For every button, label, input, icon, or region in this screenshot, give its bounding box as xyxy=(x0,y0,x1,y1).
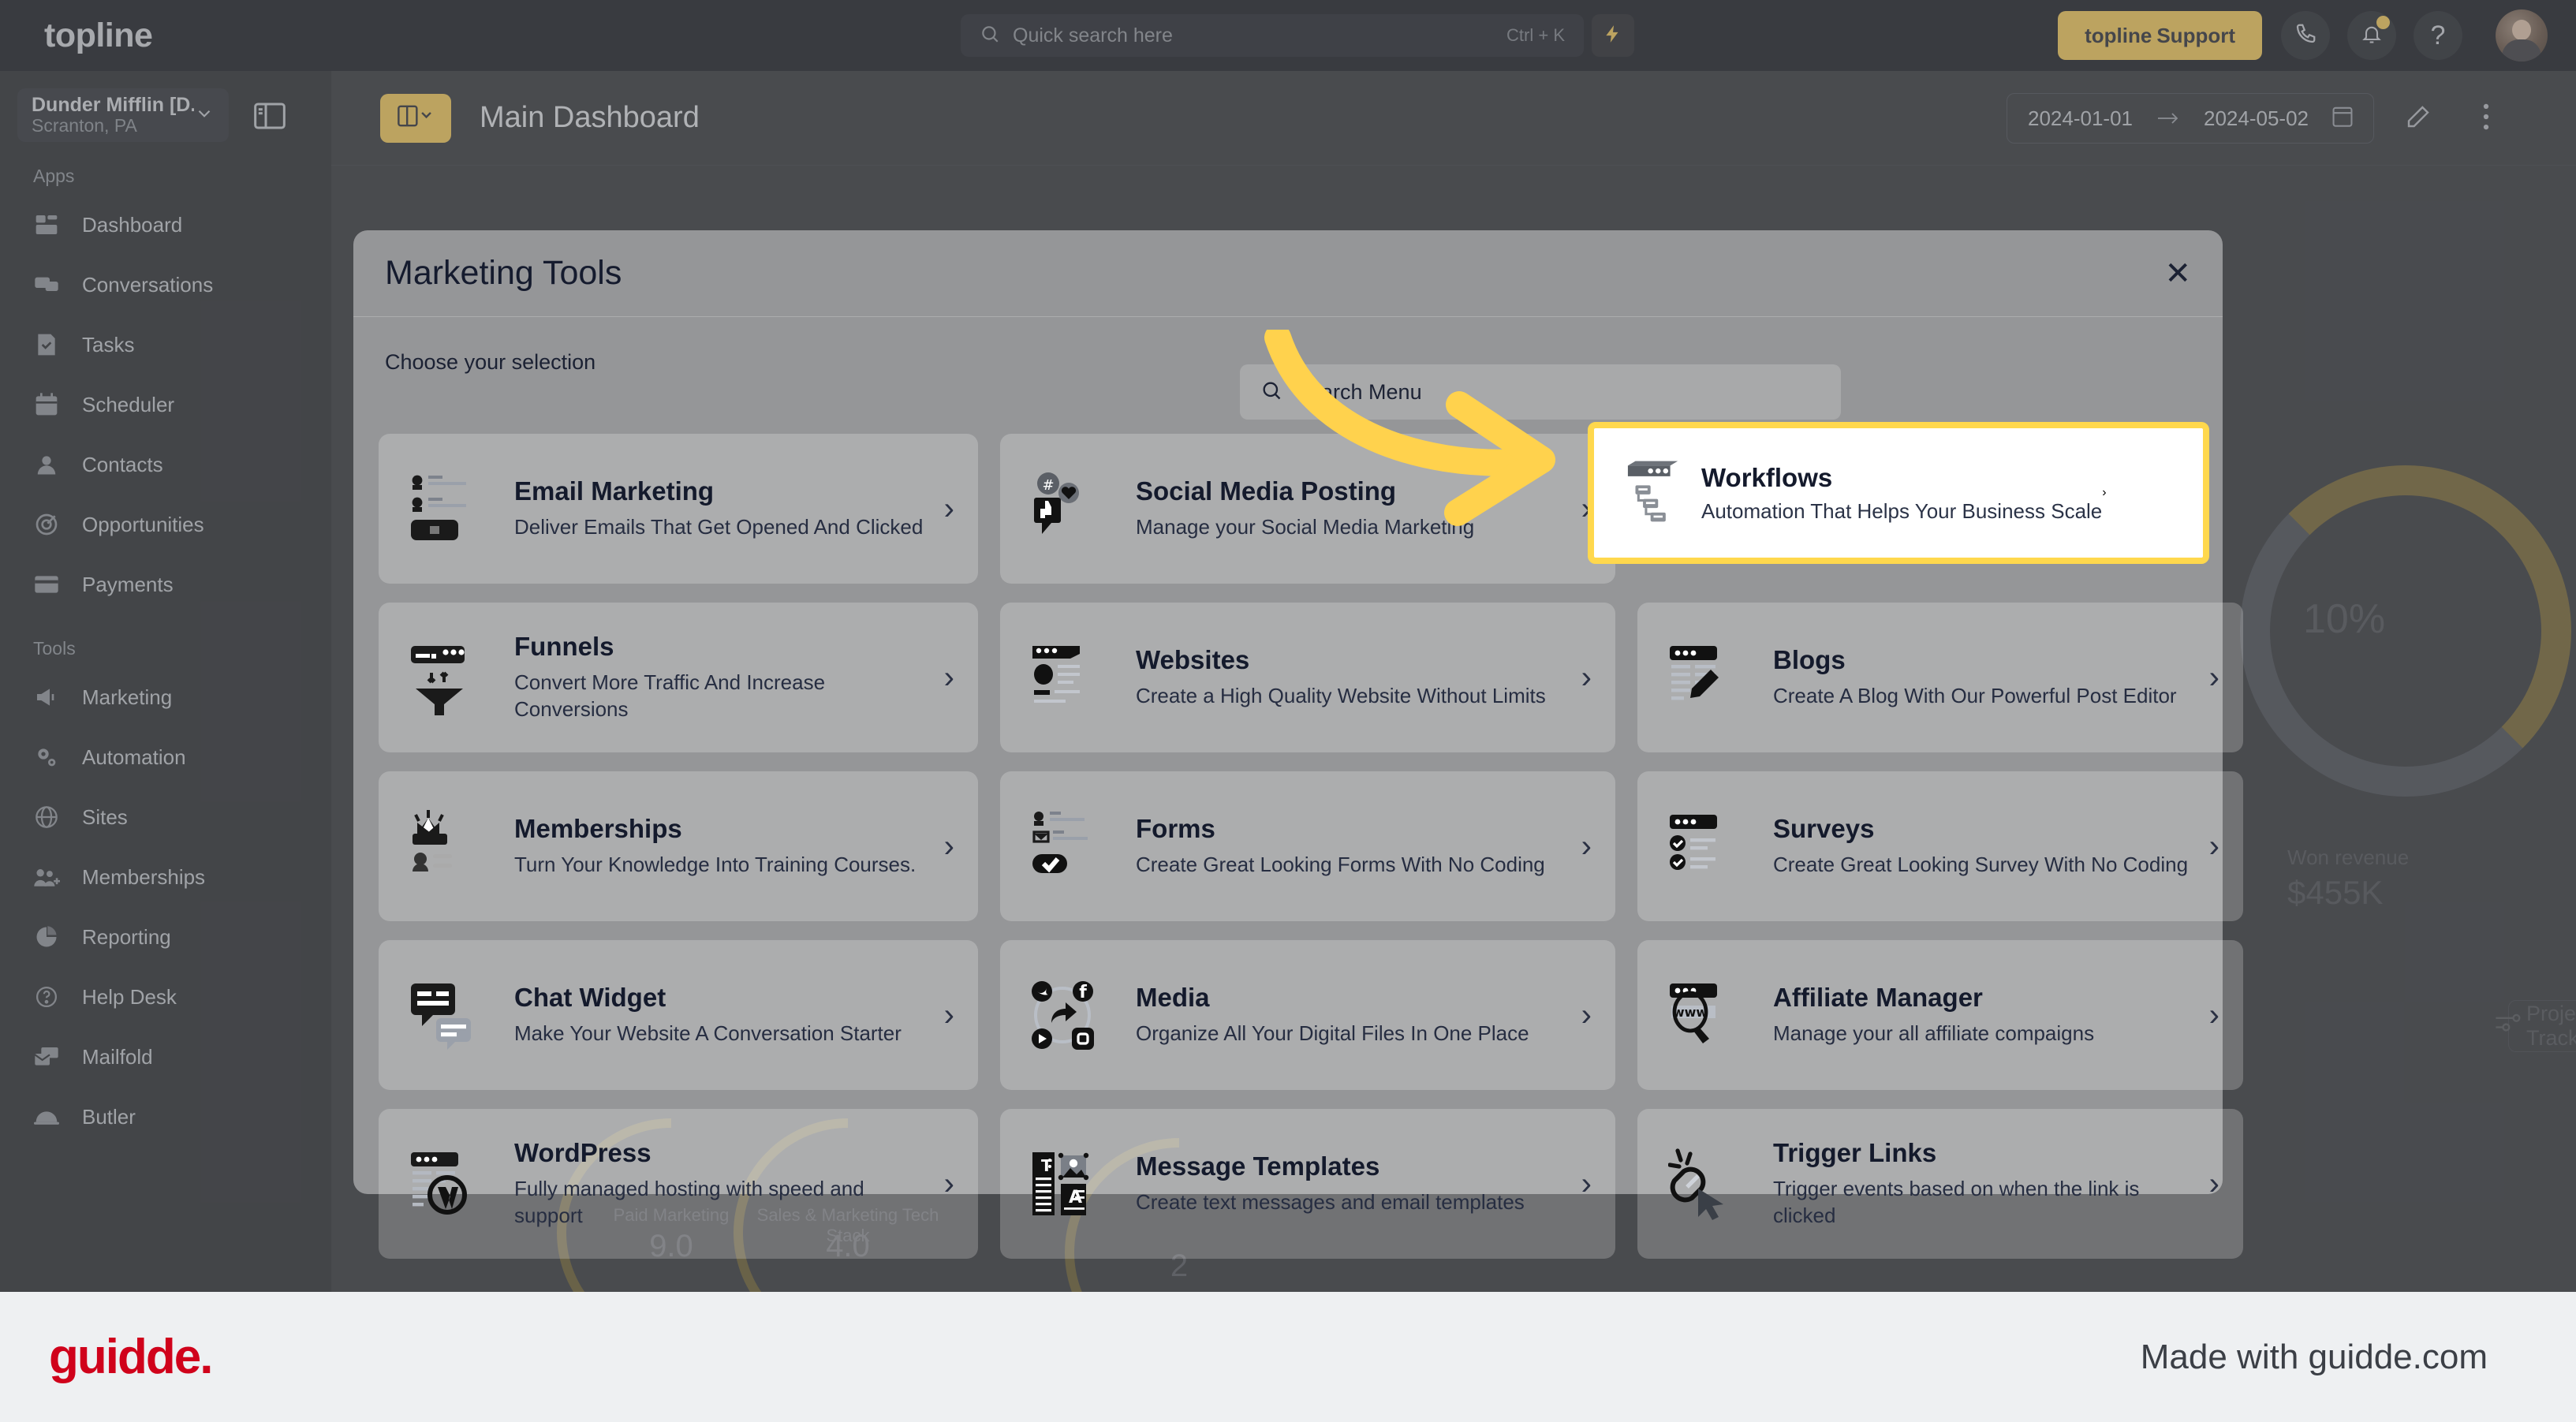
tool-card-desc: Trigger events based on when the link is… xyxy=(1773,1177,2140,1227)
affiliate-icon: www xyxy=(1664,972,1751,1058)
close-icon[interactable]: ✕ xyxy=(2164,258,2191,289)
tool-card-email-marketing[interactable]: Email Marketing Deliver Emails That Get … xyxy=(379,434,978,584)
chevron-right-icon: › xyxy=(2102,486,2107,499)
websites-icon xyxy=(1027,634,1114,721)
tool-card-surveys[interactable]: Surveys Create Great Looking Survey With… xyxy=(1637,771,2243,921)
tool-card-title: Forms xyxy=(1136,814,1215,844)
tool-card-title: Workflows xyxy=(1701,462,1833,492)
tool-card-desc: Create text messages and email templates xyxy=(1136,1190,1525,1215)
search-menu-input[interactable]: Search Menu xyxy=(1240,364,1841,420)
tool-card-desc: Make Your Website A Conversation Starter xyxy=(514,1021,902,1046)
tool-card-blogs[interactable]: Blogs Create A Blog With Our Powerful Po… xyxy=(1637,603,2243,752)
tool-card-funnels[interactable]: Funnels Convert More Traffic And Increas… xyxy=(379,603,978,752)
funnel-icon xyxy=(405,634,492,721)
chevron-right-icon: › xyxy=(943,491,954,526)
tool-card-title: Social Media Posting xyxy=(1136,476,1397,506)
chat-widget-icon xyxy=(405,972,492,1058)
media-share-icon: f xyxy=(1027,972,1114,1058)
svg-text:#: # xyxy=(1042,477,1054,494)
tool-card-title: Funnels xyxy=(514,632,614,662)
tool-card-title: Memberships xyxy=(514,814,682,844)
workflows-icon xyxy=(1624,455,1701,532)
chevron-right-icon: › xyxy=(1581,659,1592,695)
tool-card-desc: Organize All Your Digital Files In One P… xyxy=(1136,1021,1529,1046)
chevron-right-icon: › xyxy=(2208,1166,2219,1201)
tool-card-forms[interactable]: Forms Create Great Looking Forms With No… xyxy=(1000,771,1615,921)
svg-text:f: f xyxy=(1079,983,1087,1002)
tool-card-title: Media xyxy=(1136,983,1210,1013)
tool-card-title: WordPress xyxy=(514,1138,651,1168)
tool-card-desc: Deliver Emails That Get Opened And Click… xyxy=(514,515,924,539)
message-templates-icon: T A xyxy=(1027,1140,1114,1227)
tool-card-title: Affiliate Manager xyxy=(1773,983,1983,1013)
modal-header: Marketing Tools ✕ xyxy=(353,230,2223,317)
chevron-right-icon: › xyxy=(943,659,954,695)
svg-text:www: www xyxy=(1673,1005,1708,1020)
tool-card-title: Message Templates xyxy=(1136,1151,1380,1181)
tool-card-desc: Create A Blog With Our Powerful Post Edi… xyxy=(1773,684,2177,708)
chevron-right-icon: › xyxy=(2208,659,2219,695)
search-menu-placeholder: Search Menu xyxy=(1295,379,1422,404)
tool-card-desc: Create Great Looking Forms With No Codin… xyxy=(1136,853,1545,877)
tool-card-social-media-posting[interactable]: # Social Media Posting Manage your Socia… xyxy=(1000,434,1615,584)
email-marketing-icon xyxy=(405,465,492,552)
trigger-links-icon xyxy=(1664,1140,1751,1227)
chevron-right-icon: › xyxy=(943,828,954,864)
tool-card-trigger-links[interactable]: Trigger Links Trigger events based on wh… xyxy=(1637,1109,2243,1259)
tool-card-desc: Turn Your Knowledge Into Training Course… xyxy=(514,853,917,877)
chevron-right-icon: › xyxy=(2208,828,2219,864)
tool-card-message-templates[interactable]: T A Message Templates Create text messag… xyxy=(1000,1109,1615,1259)
tool-card-title: Trigger Links xyxy=(1773,1138,1937,1168)
tool-card-desc: Manage your Social Media Marketing xyxy=(1136,515,1475,539)
tool-card-desc: Create Great Looking Survey With No Codi… xyxy=(1773,853,2189,877)
chevron-right-icon: › xyxy=(943,997,954,1032)
tool-card-title: Websites xyxy=(1136,645,1250,675)
tool-card-title: Email Marketing xyxy=(514,476,715,506)
social-media-icon: # xyxy=(1027,465,1114,552)
tool-card-affiliate-manager[interactable]: www Affiliate Manager Manage your all af… xyxy=(1637,940,2243,1090)
search-icon xyxy=(1260,379,1282,405)
chevron-right-icon: › xyxy=(2208,997,2219,1032)
chevron-right-icon: › xyxy=(1581,1166,1592,1201)
chevron-right-icon: › xyxy=(1581,828,1592,864)
tool-card-workflows[interactable]: Workflows Automation That Helps Your Bus… xyxy=(1599,433,2198,553)
modal-title: Marketing Tools xyxy=(385,254,622,292)
tool-card-desc: Manage your all affiliate compaigns xyxy=(1773,1021,2095,1046)
tool-card-title: Chat Widget xyxy=(514,983,666,1013)
tool-card-desc: Automation That Helps Your Business Scal… xyxy=(1701,498,2103,523)
surveys-icon xyxy=(1664,803,1751,890)
tool-card-wordpress[interactable]: WordPress Fully managed hosting with spe… xyxy=(379,1109,978,1259)
tool-card-desc: Convert More Traffic And Increase Conver… xyxy=(514,670,826,721)
blogs-icon xyxy=(1664,634,1751,721)
guidde-logo: guidde. xyxy=(49,1330,213,1384)
made-with-text: Made with guidde.com xyxy=(2140,1337,2488,1376)
tool-card-desc: Fully managed hosting with speed and sup… xyxy=(514,1177,864,1227)
wordpress-icon xyxy=(405,1140,492,1227)
guidde-footer: guidde. Made with guidde.com xyxy=(0,1292,2576,1422)
tool-card-title: Blogs xyxy=(1773,645,1846,675)
chevron-right-icon: › xyxy=(1581,997,1592,1032)
tool-card-desc: Create a High Quality Website Without Li… xyxy=(1136,684,1546,708)
tool-card-media[interactable]: f Media Organize All Your Digital Files … xyxy=(1000,940,1615,1090)
workflows-highlight-frame: Workflows Automation That Helps Your Bus… xyxy=(1588,422,2209,564)
memberships-icon xyxy=(405,803,492,890)
tool-card-title: Surveys xyxy=(1773,814,1875,844)
tool-card-chat-widget[interactable]: Chat Widget Make Your Website A Conversa… xyxy=(379,940,978,1090)
tool-card-memberships[interactable]: Memberships Turn Your Knowledge Into Tra… xyxy=(379,771,978,921)
tool-card-websites[interactable]: Websites Create a High Quality Website W… xyxy=(1000,603,1615,752)
chevron-right-icon: › xyxy=(943,1166,954,1201)
forms-icon xyxy=(1027,803,1114,890)
